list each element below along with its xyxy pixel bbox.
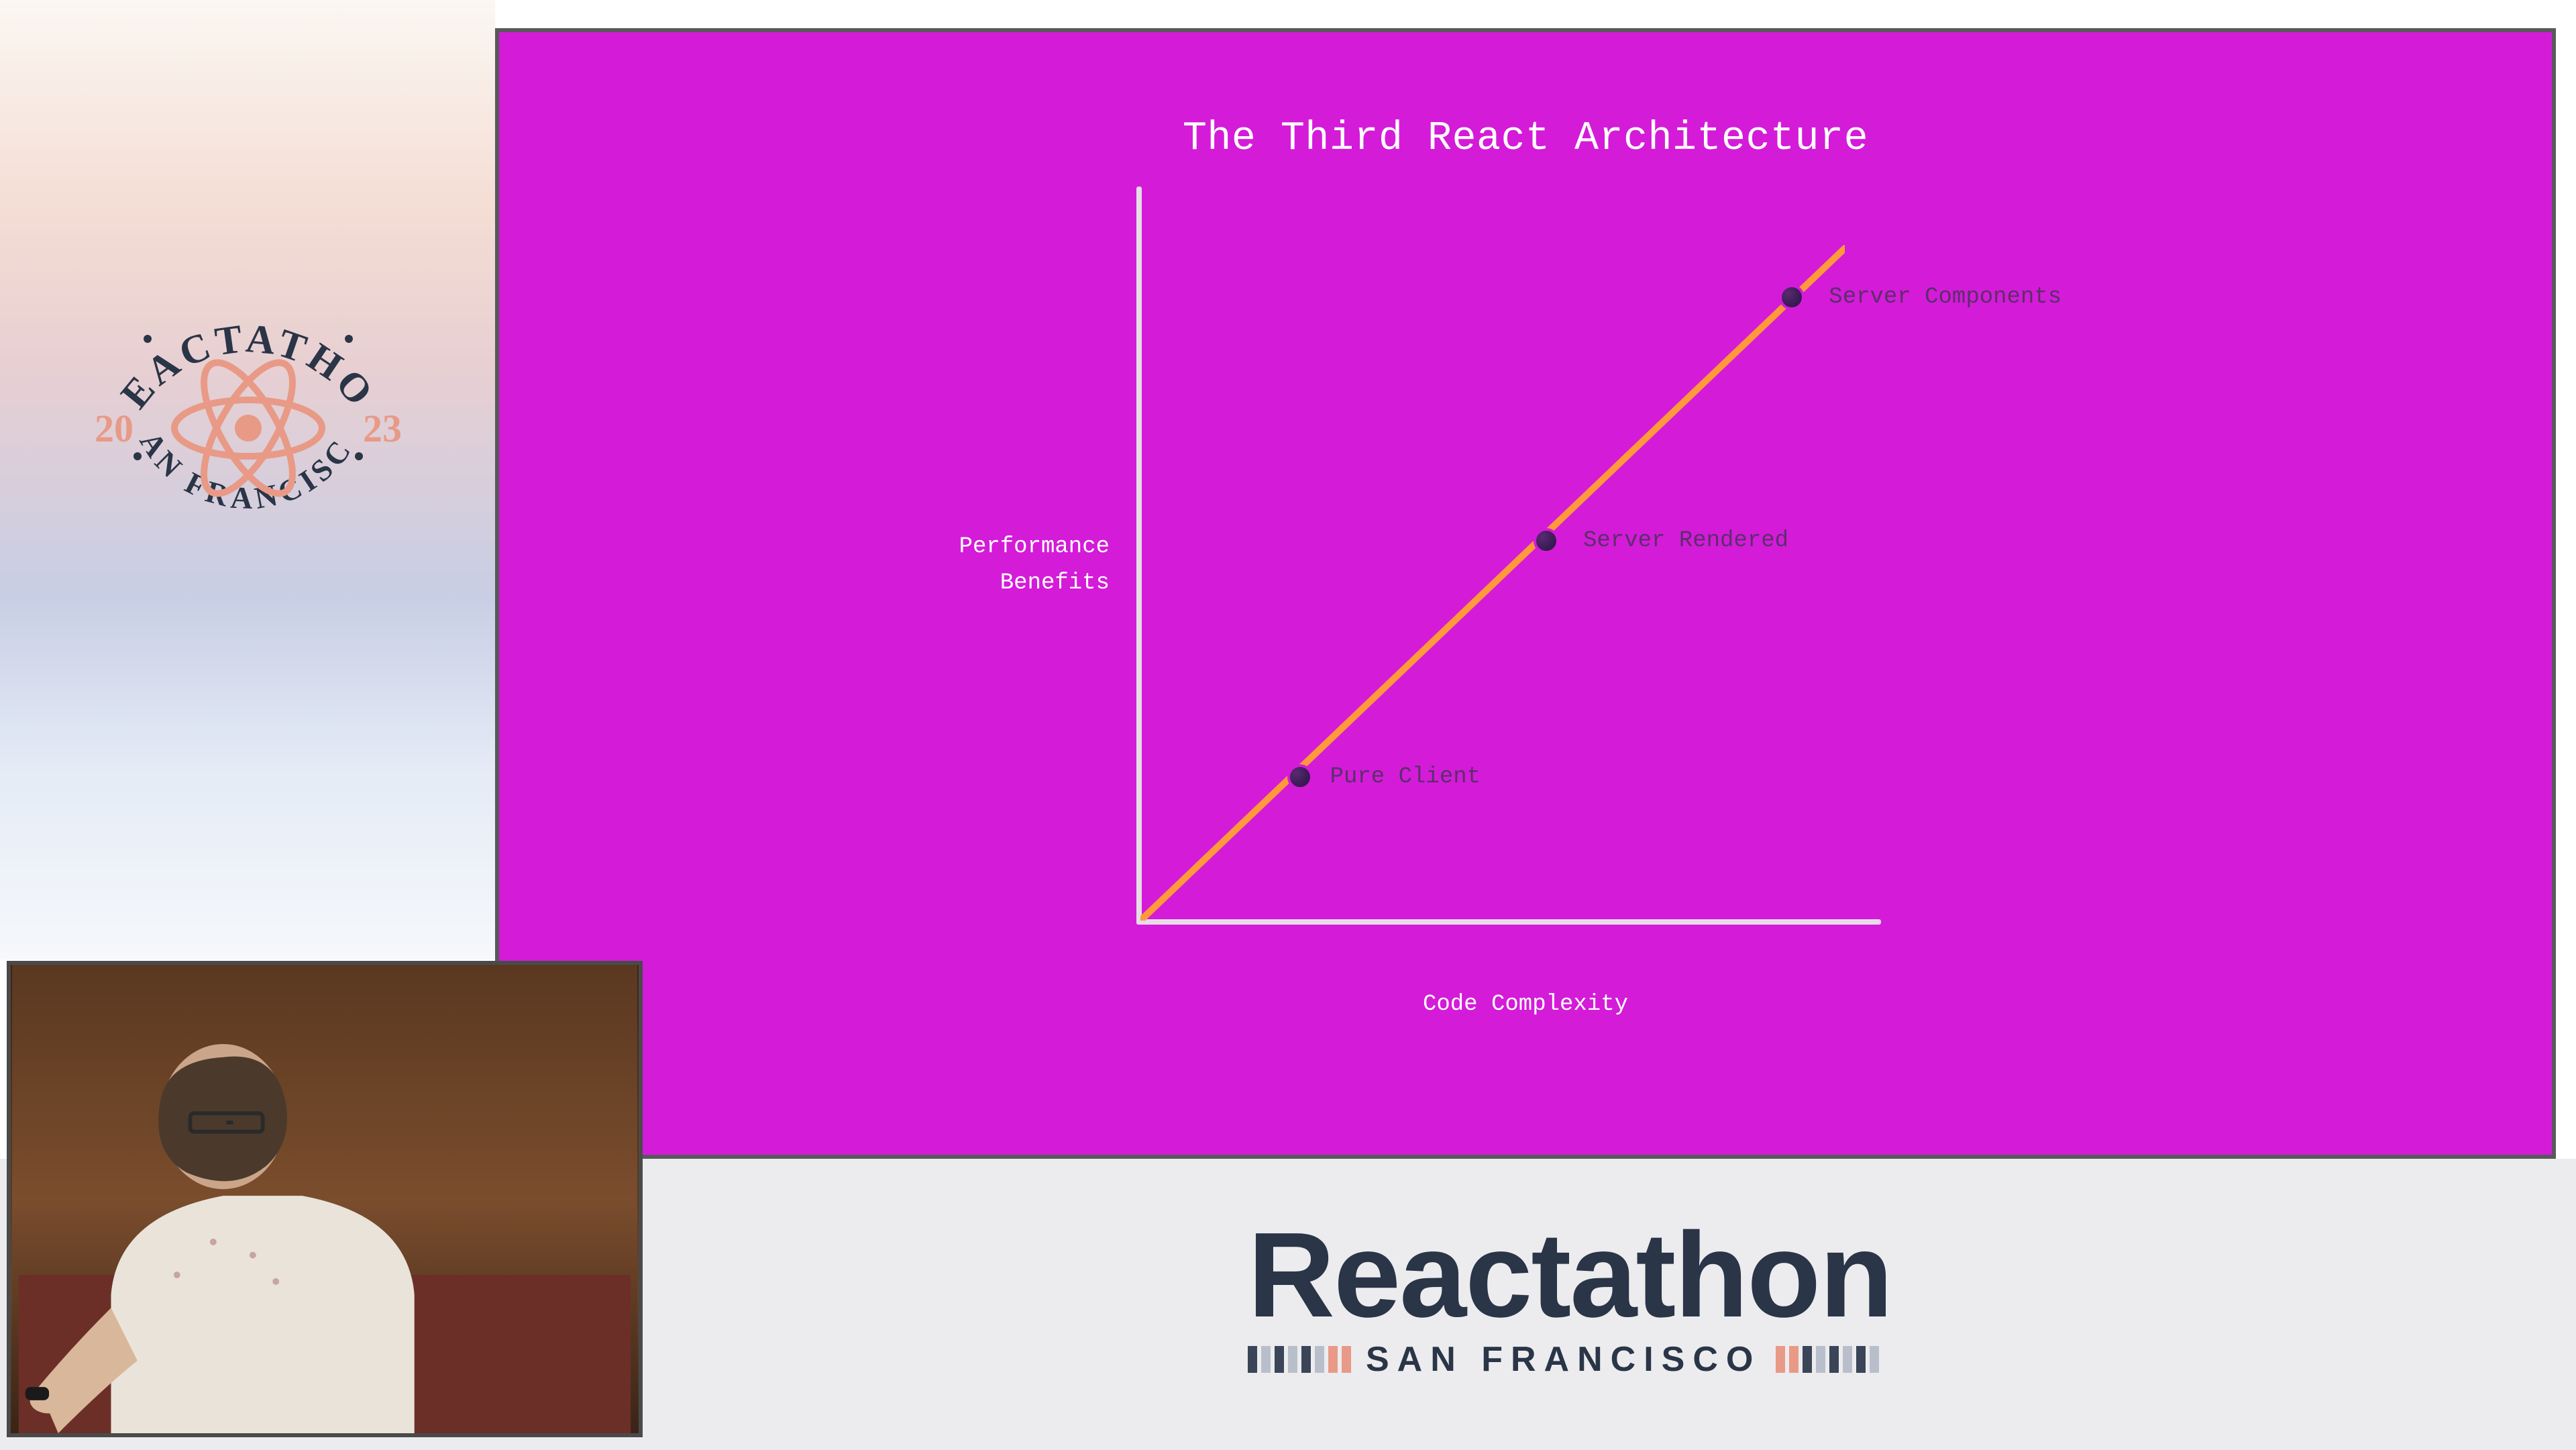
brand-subtitle: SAN FRANCISCO: [1366, 1339, 1761, 1380]
point-pure-client: [1287, 764, 1313, 790]
point-server-rendered: [1534, 528, 1559, 554]
badge-year-right: 23: [363, 407, 402, 450]
chart-plot-area: Pure Client Server Rendered Server Compo…: [1136, 187, 1881, 925]
slide-title: The Third React Architecture: [499, 116, 2552, 162]
reactathon-badge: REACTATHON SAN FRANCISCO 20 23: [74, 221, 423, 597]
y-axis-label: PerformanceBenefits: [821, 529, 1110, 602]
label-server-rendered: Server Rendered: [1583, 528, 1788, 554]
presentation-slide: The Third React Architecture Performance…: [495, 28, 2556, 1159]
brand-ticks-right: [1776, 1346, 1879, 1373]
x-axis-label: Code Complexity: [499, 992, 2552, 1017]
svg-text:REACTATHON: REACTATHON: [74, 221, 384, 417]
brand-ticks-left: [1248, 1346, 1351, 1373]
label-server-components: Server Components: [1829, 284, 2061, 310]
trend-line: [1140, 236, 1845, 921]
point-server-components: [1779, 284, 1805, 310]
badge-name: REACTATHON: [74, 221, 384, 417]
badge-year-left: 20: [95, 407, 133, 450]
reactathon-wordmark: Reactathon SAN FRANCISCO: [1248, 1221, 1892, 1380]
label-pure-client: Pure Client: [1330, 764, 1481, 790]
speaker-camera: [7, 961, 643, 1437]
brand-title: Reactathon: [1248, 1221, 1892, 1330]
